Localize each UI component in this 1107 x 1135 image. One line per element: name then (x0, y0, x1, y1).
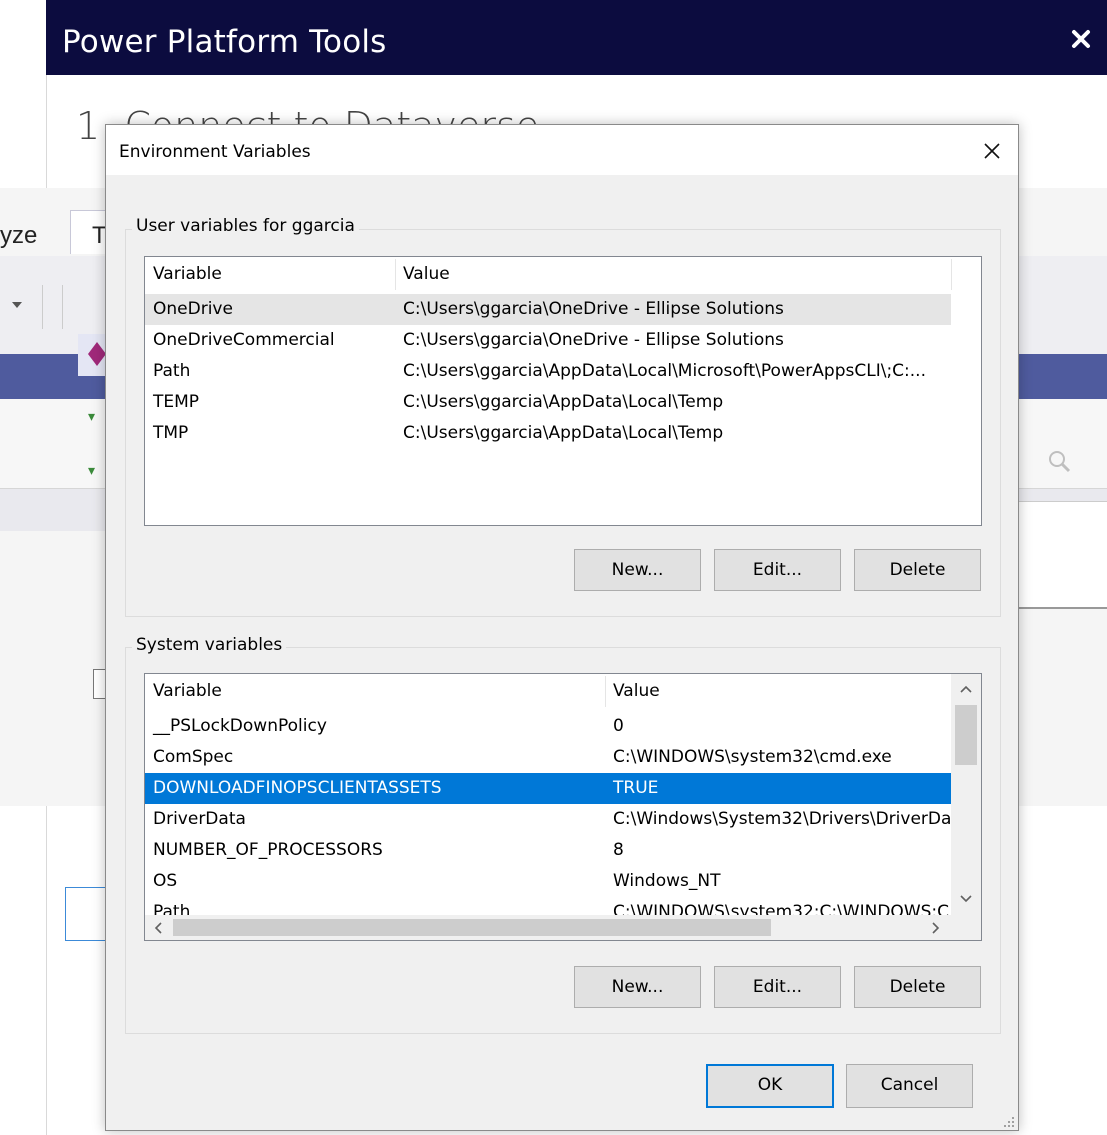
cell-variable: TMP (153, 423, 189, 443)
toolbar-separator (42, 285, 43, 329)
user-new-button[interactable]: New... (574, 549, 701, 591)
cell-variable: TEMP (153, 392, 200, 412)
horizontal-scrollbar[interactable] (145, 915, 951, 940)
scroll-up-icon[interactable] (959, 682, 973, 696)
system-variables-label: System variables (132, 635, 287, 655)
system-new-button[interactable]: New... (574, 966, 701, 1008)
cell-variable: DOWNLOADFINOPSCLIENTASSETS (153, 778, 442, 798)
dialog-title: Environment Variables (119, 142, 311, 162)
cell-variable: Path (153, 361, 191, 381)
table-row[interactable]: TEMP C:\Users\ggarcia\AppData\Local\Temp (145, 387, 951, 418)
cell-value: C:\Users\ggarcia\AppData\Local\Temp (403, 392, 724, 412)
table-row[interactable]: Path C:\Users\ggarcia\AppData\Local\Micr… (145, 356, 951, 387)
column-header-variable[interactable]: Variable (145, 674, 605, 707)
cancel-button[interactable]: Cancel (846, 1064, 973, 1108)
table-row[interactable]: OneDrive C:\Users\ggarcia\OneDrive - Ell… (145, 294, 951, 325)
scroll-left-icon[interactable] (151, 921, 165, 935)
cell-value: C:\Users\ggarcia\OneDrive - Ellipse Solu… (403, 299, 784, 319)
cell-variable: OneDriveCommercial (153, 330, 335, 350)
table-row[interactable]: OneDriveCommercial C:\Users\ggarcia\OneD… (145, 325, 951, 356)
user-variables-list[interactable]: Variable Value OneDrive C:\Users\ggarcia… (144, 256, 982, 526)
table-row[interactable]: __PSLockDownPolicy 0 (145, 711, 951, 742)
horizontal-scroll-thumb[interactable] (173, 919, 771, 936)
column-header-value[interactable]: Value (395, 257, 951, 290)
table-row[interactable]: DriverData C:\Windows\System32\Drivers\D… (145, 804, 951, 835)
scroll-right-icon[interactable] (929, 921, 943, 935)
column-header-value[interactable]: Value (605, 674, 951, 707)
dialog-titlebar: Environment Variables (106, 125, 1018, 175)
ok-button[interactable]: OK (706, 1064, 834, 1108)
system-edit-button[interactable]: Edit... (714, 966, 841, 1008)
table-row-selected[interactable]: DOWNLOADFINOPSCLIENTASSETS TRUE (145, 773, 951, 804)
list-header: Variable Value (145, 257, 952, 290)
ide-input-band (1018, 501, 1107, 609)
column-header-variable[interactable]: Variable (145, 257, 395, 290)
user-variables-label: User variables for ggarcia (132, 216, 359, 236)
cell-value: C:\WINDOWS\system32\cmd.exe (613, 747, 892, 767)
cell-value: TRUE (613, 778, 659, 798)
scrollbar-corner (951, 915, 981, 940)
system-delete-button[interactable]: Delete (854, 966, 981, 1008)
cell-variable: OS (153, 871, 178, 891)
cell-value: 0 (613, 716, 624, 736)
ide-focused-button[interactable] (65, 887, 110, 941)
table-row[interactable]: ComSpec C:\WINDOWS\system32\cmd.exe (145, 742, 951, 773)
cell-value: C:\Users\ggarcia\AppData\Local\Temp (403, 423, 724, 443)
user-delete-button[interactable]: Delete (854, 549, 981, 591)
column-divider (951, 259, 952, 290)
scroll-down-icon[interactable] (959, 892, 973, 906)
table-row[interactable]: NUMBER_OF_PROCESSORS 8 (145, 835, 951, 866)
table-row[interactable]: Path C:\WINDOWS\system32;C:\WINDOWS;C (145, 897, 951, 915)
chevron-down-icon[interactable] (12, 302, 22, 308)
vertical-scroll-thumb[interactable] (955, 705, 977, 765)
list-header: Variable Value (145, 674, 951, 707)
table-row[interactable]: OS Windows_NT (145, 866, 951, 897)
table-row[interactable]: TMP C:\Users\ggarcia\AppData\Local\Temp (145, 418, 951, 449)
power-platform-title: Power Platform Tools (62, 24, 387, 60)
resize-grip-icon[interactable] (1000, 1113, 1016, 1129)
close-icon[interactable] (978, 137, 1006, 165)
cell-variable: ComSpec (153, 747, 234, 767)
cell-value: C:\Users\ggarcia\AppData\Local\Microsoft… (403, 361, 926, 381)
search-icon[interactable] (1044, 446, 1074, 476)
cell-variable: OneDrive (153, 299, 233, 319)
toolbar-separator (62, 285, 63, 329)
ide-menu-analyze[interactable]: yze (0, 222, 37, 250)
cell-value: C:\Windows\System32\Drivers\DriverData (613, 809, 951, 829)
cell-value: 8 (613, 840, 624, 860)
cell-variable: Path (153, 902, 191, 915)
add-icon: ▾ (88, 462, 96, 478)
cell-value: C:\Users\ggarcia\OneDrive - Ellipse Solu… (403, 330, 784, 350)
cell-value: Windows_NT (613, 871, 721, 891)
cell-value: C:\WINDOWS\system32;C:\WINDOWS;C (613, 902, 950, 915)
close-icon[interactable] (1066, 24, 1096, 54)
environment-variables-dialog: Environment Variables User variables for… (105, 124, 1019, 1131)
user-edit-button[interactable]: Edit... (714, 549, 841, 591)
cell-variable: __PSLockDownPolicy (153, 716, 327, 736)
cell-variable: DriverData (153, 809, 246, 829)
vertical-scrollbar[interactable] (951, 674, 981, 915)
cell-variable: NUMBER_OF_PROCESSORS (153, 840, 383, 860)
system-variables-list[interactable]: Variable Value __PSLockDownPolicy 0 ComS… (144, 673, 982, 941)
add-icon: ▾ (88, 408, 96, 424)
